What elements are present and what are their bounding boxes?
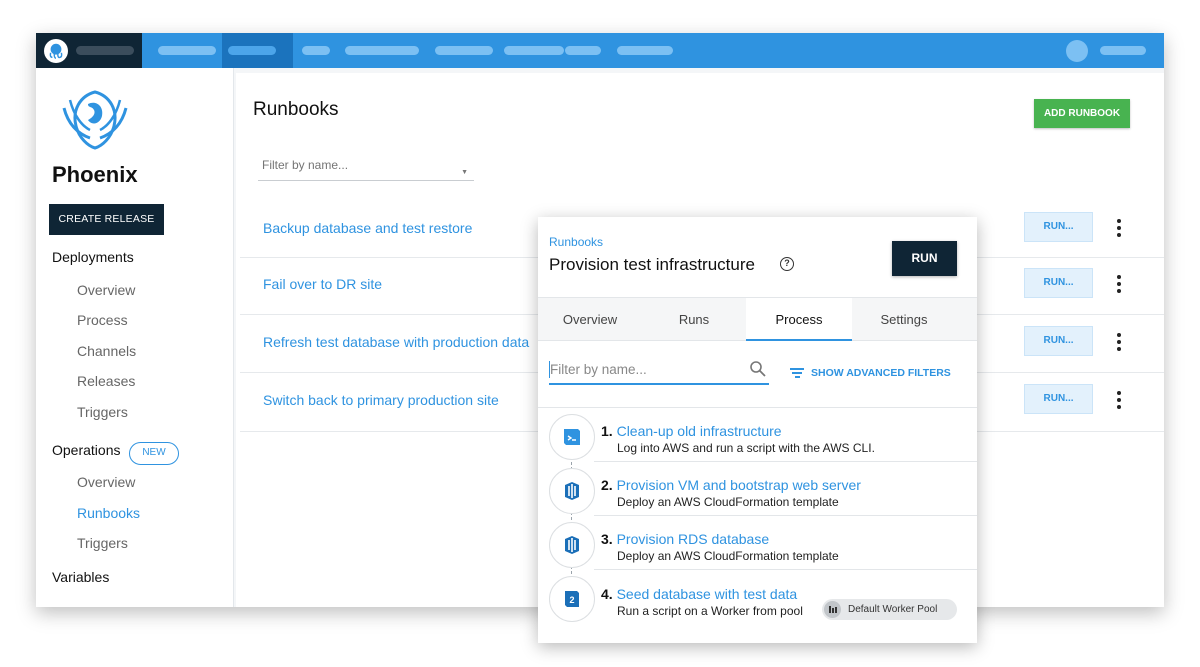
step-number: 2.	[601, 477, 613, 493]
worker-pool-icon	[824, 601, 841, 618]
page-title: Runbooks	[253, 99, 339, 120]
tab-overview[interactable]: Overview	[538, 298, 642, 341]
run-button[interactable]: RUN	[892, 241, 957, 276]
create-release-button[interactable]: CREATE RELEASE	[49, 204, 164, 235]
runbook-name[interactable]: Switch back to primary production site	[263, 392, 499, 408]
dropdown-caret-icon: ▼	[461, 169, 468, 176]
worker-pool-badge[interactable]: Default Worker Pool	[822, 599, 957, 620]
run-runbook-button[interactable]: RUN...	[1024, 326, 1093, 356]
step-title[interactable]: 4. Seed database with test data	[601, 586, 797, 602]
add-runbook-button[interactable]: ADD RUNBOOK	[1034, 99, 1130, 128]
step-title-text[interactable]: Clean-up old infrastructure	[617, 423, 782, 439]
step-description: Deploy an AWS CloudFormation template	[617, 549, 839, 563]
runbook-filter[interactable]: ▼	[258, 151, 474, 181]
octopus-logo-icon	[44, 39, 68, 63]
new-badge: NEW	[129, 442, 179, 465]
step-title[interactable]: 3. Provision RDS database	[601, 531, 769, 547]
show-advanced-filters-button[interactable]: SHOW ADVANCED FILTERS	[811, 367, 951, 379]
top-navigation-bar	[36, 33, 1164, 68]
run-runbook-button[interactable]: RUN...	[1024, 268, 1093, 298]
help-icon[interactable]: ?	[780, 257, 794, 271]
more-options-icon[interactable]	[1116, 333, 1122, 351]
step-title-text[interactable]: Provision VM and bootstrap web server	[617, 477, 861, 493]
runbook-filter-input[interactable]	[262, 158, 462, 172]
sidebar-group-variables[interactable]: Variables	[52, 569, 109, 585]
run-runbook-button[interactable]: RUN...	[1024, 384, 1093, 414]
project-name: Phoenix	[52, 162, 138, 187]
filter-placeholder: Filter by name...	[550, 362, 647, 377]
step-title[interactable]: 2. Provision VM and bootstrap web server	[601, 477, 861, 493]
more-options-icon[interactable]	[1116, 219, 1122, 237]
process-step[interactable]: 1. Clean-up old infrastructure Log into …	[538, 408, 977, 462]
sidebar-item-channels[interactable]: Channels	[77, 343, 136, 359]
sidebar-item-operation-triggers[interactable]: Triggers	[77, 535, 128, 551]
runbook-name[interactable]: Fail over to DR site	[263, 276, 382, 292]
process-step[interactable]: 2. Provision VM and bootstrap web server…	[538, 462, 977, 516]
cloudformation-icon	[549, 522, 595, 568]
nav-item[interactable]	[158, 46, 216, 55]
space-name-placeholder	[76, 46, 134, 55]
step-description: Deploy an AWS CloudFormation template	[617, 495, 839, 509]
user-avatar[interactable]	[1066, 40, 1088, 62]
breadcrumb[interactable]: Runbooks	[549, 235, 603, 249]
step-number: 1.	[601, 423, 613, 439]
runbook-detail-card: Runbooks Provision test infrastructure ?…	[538, 217, 977, 643]
sidebar-item-deployments-overview[interactable]: Overview	[77, 282, 135, 298]
more-options-icon[interactable]	[1116, 391, 1122, 409]
nav-item[interactable]	[345, 46, 419, 55]
nav-item[interactable]	[435, 46, 493, 55]
filter-list-icon[interactable]	[790, 368, 804, 379]
sidebar-group-deployments[interactable]: Deployments	[52, 249, 134, 265]
runbook-name[interactable]: Refresh test database with production da…	[263, 334, 529, 350]
aws-cli-script-icon	[549, 414, 595, 460]
phoenix-logo-icon	[58, 86, 132, 152]
svg-text:2: 2	[569, 595, 574, 605]
sidebar-item-runbooks[interactable]: Runbooks	[77, 505, 140, 521]
runbook-name[interactable]: Backup database and test restore	[263, 220, 472, 236]
sidebar-item-releases[interactable]: Releases	[77, 373, 135, 389]
nav-item-label	[228, 46, 276, 55]
nav-item[interactable]	[565, 46, 601, 55]
tab-settings[interactable]: Settings	[852, 298, 956, 341]
worker-pool-name: Default Worker Pool	[848, 604, 938, 615]
step-description: Run a script on a Worker from pool	[617, 604, 803, 618]
run-runbook-button[interactable]: RUN...	[1024, 212, 1093, 242]
tab-runs[interactable]: Runs	[642, 298, 746, 341]
sidebar-group-operations[interactable]: Operations	[52, 442, 120, 458]
step-title-text[interactable]: Provision RDS database	[617, 531, 770, 547]
project-sidebar: Phoenix CREATE RELEASE Deployments Overv…	[36, 68, 234, 607]
sidebar-item-process[interactable]: Process	[77, 312, 128, 328]
sidebar-item-operations-overview[interactable]: Overview	[77, 474, 135, 490]
cloudformation-icon	[549, 468, 595, 514]
step-title-text[interactable]: Seed database with test data	[617, 586, 798, 602]
script-icon: 2	[549, 576, 595, 622]
nav-item[interactable]	[302, 46, 330, 55]
step-number: 4.	[601, 586, 613, 602]
tab-process[interactable]: Process	[746, 298, 852, 341]
step-description: Log into AWS and run a script with the A…	[617, 441, 875, 455]
tab-bar: Overview Runs Process Settings	[538, 297, 977, 341]
nav-item-active[interactable]	[222, 33, 293, 68]
process-filter-input[interactable]: Filter by name...	[549, 357, 769, 385]
search-icon[interactable]	[749, 360, 767, 378]
step-title[interactable]: 1. Clean-up old infrastructure	[601, 423, 782, 439]
user-name-placeholder[interactable]	[1100, 46, 1146, 55]
brand-block[interactable]	[36, 33, 142, 68]
nav-item[interactable]	[504, 46, 564, 55]
process-step[interactable]: 3. Provision RDS database Deploy an AWS …	[538, 516, 977, 570]
nav-item[interactable]	[617, 46, 673, 55]
sidebar-item-deployment-triggers[interactable]: Triggers	[77, 404, 128, 420]
more-options-icon[interactable]	[1116, 275, 1122, 293]
runbook-title: Provision test infrastructure	[549, 255, 755, 274]
step-number: 3.	[601, 531, 613, 547]
